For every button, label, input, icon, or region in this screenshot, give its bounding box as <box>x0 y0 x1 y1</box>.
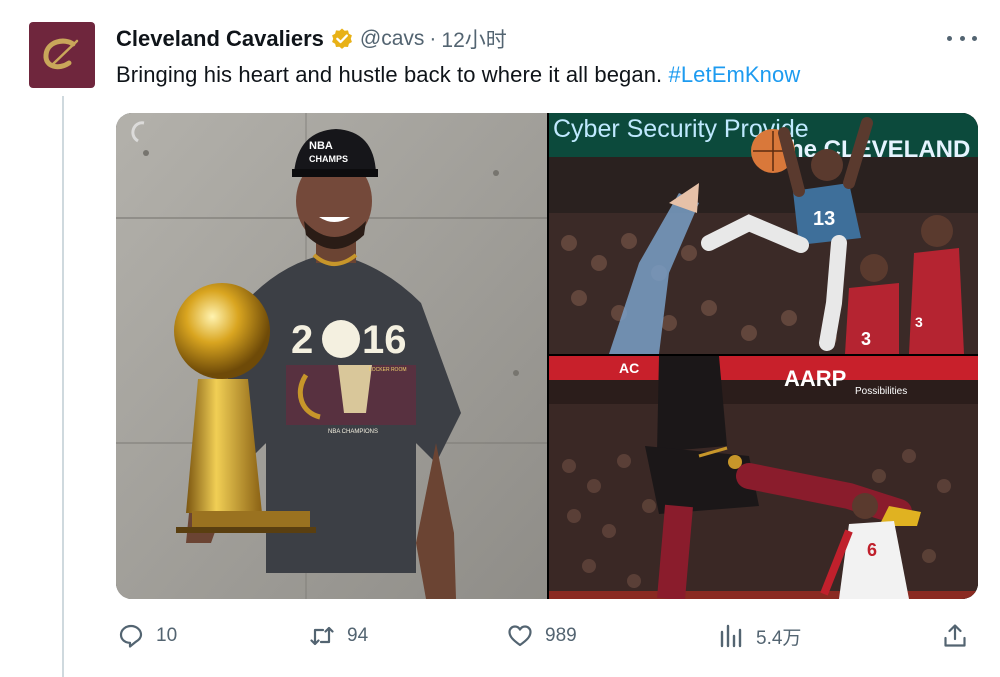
defender-number: 3 <box>861 329 871 349</box>
shirt-basketball-graphic <box>322 320 360 358</box>
display-name[interactable]: Cleveland Cavaliers <box>116 26 324 52</box>
handle[interactable]: @cavs <box>360 27 425 51</box>
more-options-icon[interactable] <box>947 28 977 48</box>
avatar[interactable] <box>29 22 95 88</box>
photo-player-trophy[interactable]: NBA CHAMPS 2 16 LOCKER ROOM NBA CHAMPION… <box>116 113 547 599</box>
trophy-ball <box>174 283 270 379</box>
layup-illustration: AC AARP Possibilities 6 <box>549 356 978 599</box>
tweet-text: Bringing his heart and hustle back to wh… <box>116 62 800 88</box>
more-dot <box>972 35 977 41</box>
separator-dot: · <box>429 27 437 50</box>
photo-layup[interactable]: AC AARP Possibilities 6 <box>549 356 978 599</box>
tweet[interactable]: Cleveland Cavaliers @cavs · 12小时 Bringin… <box>0 0 1000 677</box>
hashtag-link[interactable]: #LetEmKnow <box>668 62 800 87</box>
more-dot <box>959 35 965 41</box>
defender-number-2: 3 <box>915 314 923 330</box>
shirt-small-text-1: LOCKER ROOM <box>369 367 407 373</box>
views-button[interactable]: 5.4万 <box>718 618 801 654</box>
tweet-header: Cleveland Cavaliers @cavs · 12小时 <box>116 24 507 54</box>
retweet-button[interactable]: 94 <box>309 618 368 654</box>
verified-gold-badge-icon[interactable] <box>330 27 354 51</box>
cavs-c-logo-icon <box>43 38 79 70</box>
player-trophy-illustration: NBA CHAMPS 2 16 LOCKER ROOM NBA CHAMPION… <box>116 113 547 599</box>
share-button[interactable] <box>942 618 968 654</box>
like-button[interactable]: 989 <box>507 618 577 654</box>
banner-text-2: the CLEVELAND CAVALIE <box>781 136 978 163</box>
cap-text-2: CHAMPS <box>309 154 348 164</box>
media-grid: NBA CHAMPS 2 16 LOCKER ROOM NBA CHAMPION… <box>116 113 978 599</box>
board-left-text: AC <box>619 360 639 376</box>
reply-count: 10 <box>156 625 178 646</box>
retweet-count: 94 <box>347 625 369 646</box>
defender-number: 6 <box>867 540 877 560</box>
reply-button[interactable]: 10 <box>118 618 177 654</box>
sponsor-text: AARP <box>784 366 846 391</box>
reply-icon <box>119 624 143 648</box>
shirt-year-left: 2 <box>291 318 313 362</box>
retweet-icon <box>310 626 334 646</box>
dunk-illustration: Cyber Security Provide the CLEVELAND CAV… <box>549 113 978 354</box>
like-icon <box>508 625 532 647</box>
photo-dunk[interactable]: Cyber Security Provide the CLEVELAND CAV… <box>549 113 978 354</box>
sponsor-subtext: Possibilities <box>855 386 907 397</box>
views-icon <box>720 624 742 648</box>
more-dot <box>947 35 952 41</box>
shirt-small-text-2: NBA CHAMPIONS <box>328 429 378 435</box>
thread-line <box>62 96 64 677</box>
like-count: 989 <box>545 625 577 646</box>
tweet-text-body: Bringing his heart and hustle back to wh… <box>116 62 669 87</box>
dunker-number: 13 <box>813 208 835 230</box>
timestamp[interactable]: 12小时 <box>441 24 506 54</box>
shirt-year-right: 16 <box>362 318 407 362</box>
cap-text-1: NBA <box>309 140 333 152</box>
share-icon <box>944 624 966 647</box>
action-bar: 10 94 989 5.4万 <box>0 618 1000 654</box>
views-count: 5.4万 <box>756 627 802 649</box>
